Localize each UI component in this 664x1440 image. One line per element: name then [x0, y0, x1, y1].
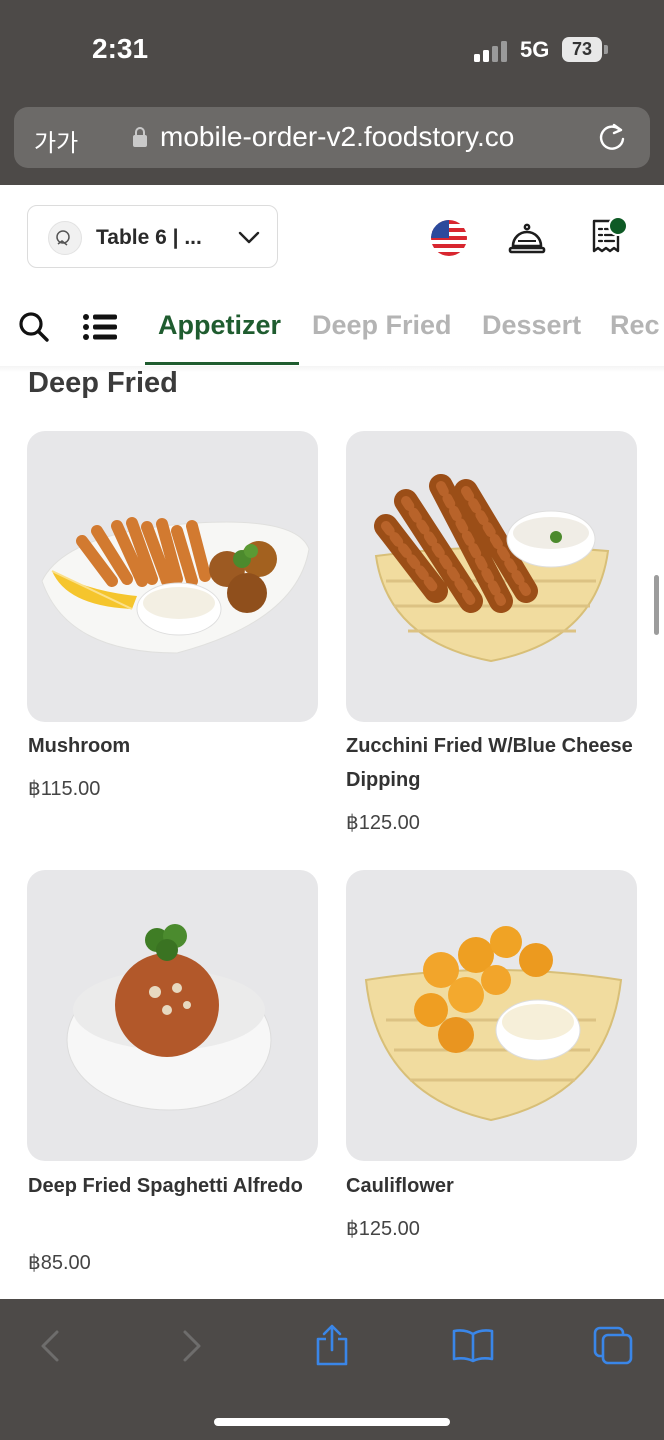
status-time: 2:31: [92, 33, 149, 64]
product-image-spaghetti-alfredo[interactable]: [27, 870, 318, 1161]
chevron-down-icon: [238, 231, 260, 244]
search-icon[interactable]: [18, 311, 50, 343]
us-flag-icon[interactable]: [430, 219, 468, 257]
notification-dot: [608, 216, 628, 236]
home-indicator[interactable]: [214, 1418, 450, 1426]
text-size-button[interactable]: 가가: [34, 123, 78, 158]
tab-rec[interactable]: Rec: [610, 310, 660, 341]
reload-icon[interactable]: [596, 121, 628, 153]
back-icon[interactable]: [38, 1329, 62, 1363]
url-text[interactable]: mobile-order-v2.foodstory.co: [160, 121, 514, 153]
service-bell-icon[interactable]: [508, 219, 546, 257]
battery-indicator: 73: [562, 37, 602, 62]
battery-tip: [604, 45, 608, 54]
tab-dessert[interactable]: Dessert: [482, 310, 581, 341]
product-image-mushroom[interactable]: [27, 431, 318, 722]
section-title: Deep Fried: [28, 367, 178, 399]
product-price: ฿125.00: [346, 1218, 420, 1240]
product-image-cauliflower[interactable]: [346, 870, 637, 1161]
menu-list-icon[interactable]: [82, 312, 118, 342]
signal-icon: [474, 40, 510, 62]
bookmarks-icon[interactable]: [451, 1327, 495, 1363]
active-tab-indicator: [145, 362, 299, 365]
forward-icon[interactable]: [180, 1329, 204, 1363]
product-name[interactable]: Deep Fried Spaghetti Alfredo: [28, 1169, 318, 1203]
network-type: 5G: [520, 37, 550, 62]
product-price: ฿115.00: [28, 778, 101, 800]
product-name[interactable]: Mushroom: [28, 729, 318, 763]
tab-deep-fried[interactable]: Deep Fried: [312, 310, 452, 341]
product-price: ฿125.00: [346, 812, 420, 834]
table-selector[interactable]: Table 6 | ...: [27, 205, 278, 268]
category-nav: Appetizer Deep Fried Dessert Rec: [0, 290, 664, 367]
table-label: Table 6 | ...: [96, 226, 202, 249]
address-bar[interactable]: 가가 mobile-order-v2.foodstory.co: [14, 107, 650, 168]
scrollbar-thumb[interactable]: [654, 575, 659, 635]
product-name[interactable]: Zucchini Fried W/Blue Cheese Dipping: [346, 729, 636, 797]
tab-appetizer[interactable]: Appetizer: [158, 310, 281, 341]
browser-top-chrome: 2:31 5G 73 가가 mobile-order-v2.foodstory.…: [0, 0, 664, 185]
lock-icon: [133, 127, 147, 147]
product-name[interactable]: Cauliflower: [346, 1169, 636, 1203]
product-image-zucchini[interactable]: [346, 431, 637, 722]
share-icon[interactable]: [314, 1323, 350, 1367]
tabs-icon[interactable]: [592, 1325, 634, 1365]
restaurant-logo: [48, 221, 82, 255]
product-price: ฿85.00: [28, 1252, 91, 1274]
